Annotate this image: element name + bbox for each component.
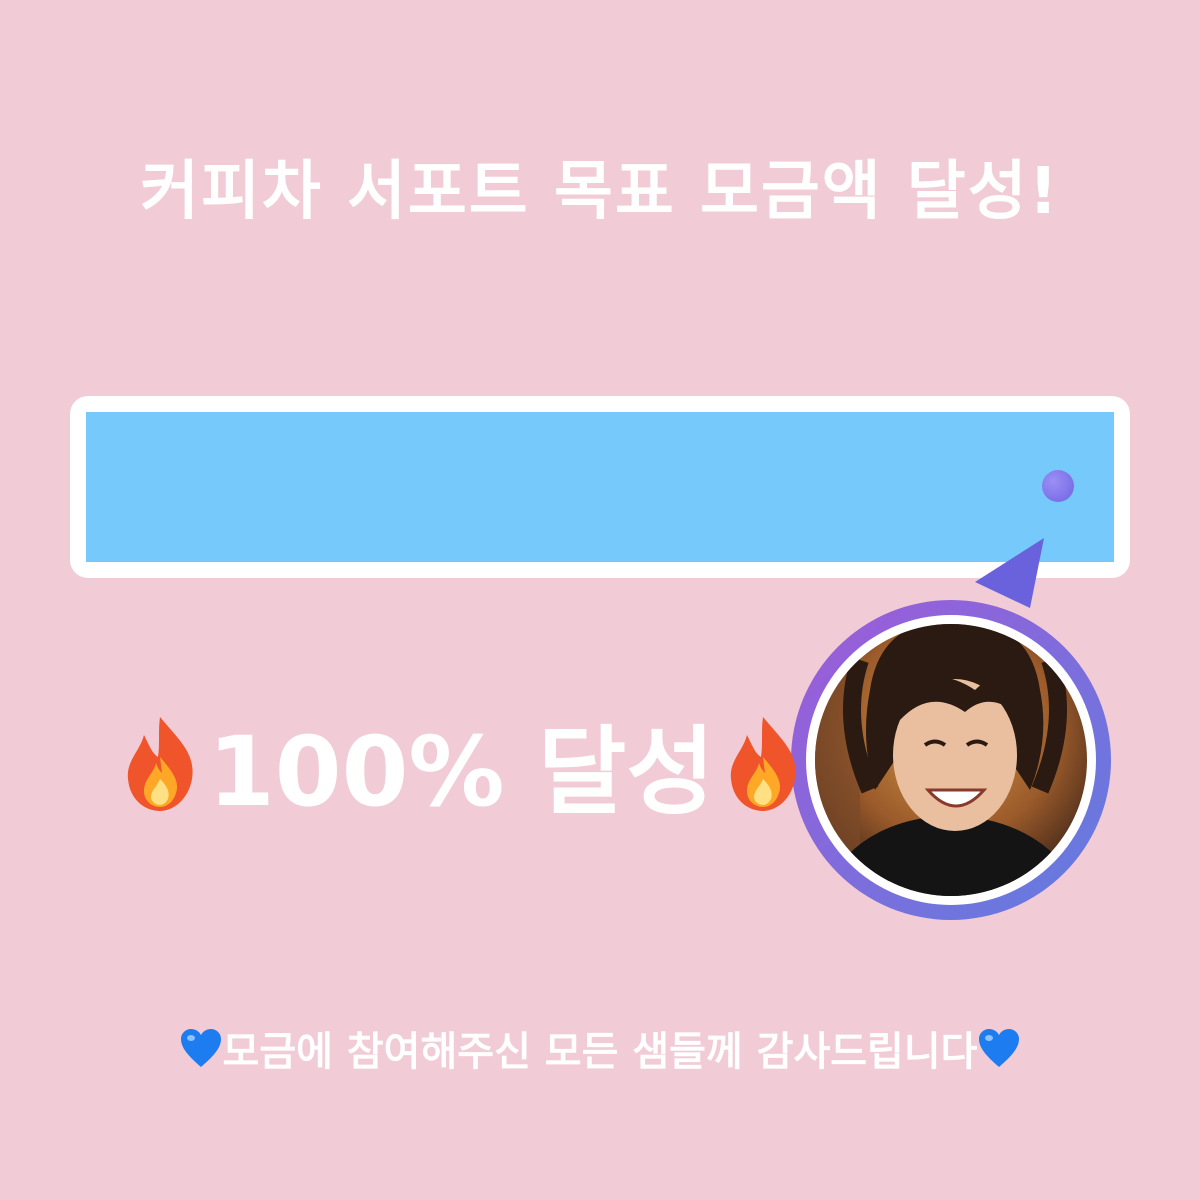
- blue-heart-icon: [979, 1029, 1020, 1067]
- fire-icon: [730, 717, 796, 811]
- achievement-line: 100% 달성: [118, 708, 805, 828]
- blue-heart-icon: [180, 1029, 221, 1067]
- achievement-label: 100% 달성: [208, 715, 715, 828]
- thanks-text: 모금에 참여해주신 모든 샘들께 감사드립니다: [222, 1029, 978, 1075]
- thanks-message: 모금에 참여해주신 모든 샘들께 감사드립니다: [0, 1020, 1200, 1076]
- speech-pointer: [975, 538, 1044, 608]
- fire-icon: [127, 717, 193, 811]
